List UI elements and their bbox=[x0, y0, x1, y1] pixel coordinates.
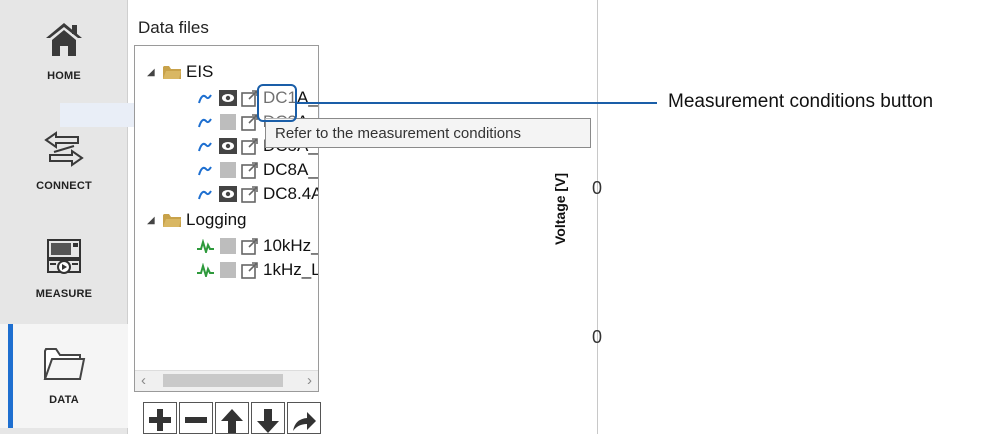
home-icon bbox=[46, 23, 82, 56]
folder-icon bbox=[163, 214, 181, 227]
expand-arrow-icon[interactable]: ◢ bbox=[147, 67, 163, 78]
expand-arrow-icon[interactable]: ◢ bbox=[147, 215, 163, 226]
remove-file-button[interactable] bbox=[179, 402, 213, 434]
external-link-icon[interactable] bbox=[241, 161, 259, 179]
connect-icon bbox=[44, 131, 84, 167]
scroll-right-icon[interactable]: › bbox=[307, 372, 312, 389]
file-name: DC8A_EIS.csv bbox=[263, 160, 318, 179]
tree-file-row[interactable]: 10kHz_LOG_10min_1se bbox=[195, 234, 319, 258]
axis-tick-fragment: 0 bbox=[592, 327, 603, 347]
move-down-button[interactable] bbox=[251, 402, 285, 434]
plus-icon bbox=[149, 409, 171, 431]
horizontal-scrollbar[interactable]: ‹ › bbox=[135, 370, 318, 391]
folder-icon bbox=[163, 66, 181, 79]
nav-measure-label: MEASURE bbox=[35, 288, 93, 300]
waveform-icon bbox=[197, 263, 214, 277]
external-link-icon[interactable] bbox=[241, 137, 259, 155]
waveform-icon bbox=[197, 239, 214, 253]
group-label: EIS bbox=[186, 62, 214, 81]
impedance-graph-icon bbox=[198, 94, 212, 104]
export-button[interactable] bbox=[287, 402, 321, 434]
visibility-checkbox[interactable] bbox=[220, 114, 236, 130]
external-link-icon[interactable] bbox=[241, 185, 259, 203]
eye-icon[interactable] bbox=[219, 90, 237, 106]
impedance-graph-icon bbox=[198, 190, 212, 200]
impedance-graph-icon bbox=[198, 166, 212, 176]
scroll-left-icon[interactable]: ‹ bbox=[141, 372, 146, 389]
folder-icon bbox=[43, 348, 86, 380]
impedance-graph-icon bbox=[198, 142, 212, 152]
visibility-checkbox[interactable] bbox=[220, 238, 236, 254]
file-name: 10kHz_LOG_10min_1se bbox=[263, 236, 319, 255]
tree-file-row[interactable]: DC8.4A_EIS.csv bbox=[195, 182, 318, 206]
scrollbar-thumb[interactable] bbox=[163, 374, 283, 387]
nav-sidebar: HOME CONNECT MEASURE DATA bbox=[0, 0, 128, 434]
tooltip-text: Refer to the measurement conditions bbox=[275, 124, 521, 142]
y-axis-label: Voltage [V] bbox=[552, 172, 568, 245]
nav-connect-label: CONNECT bbox=[36, 180, 92, 192]
visibility-checkbox[interactable] bbox=[220, 162, 236, 178]
impedance-graph-icon bbox=[198, 118, 212, 128]
axis-tick-fragment: 0 bbox=[592, 178, 603, 198]
group-label: Logging bbox=[186, 210, 247, 229]
tree-file-row[interactable]: 1kHz_LOG_10min_IdcC bbox=[195, 258, 319, 282]
nav-measure[interactable]: MEASURE bbox=[0, 218, 128, 322]
visibility-checkbox[interactable] bbox=[220, 262, 236, 278]
move-up-button[interactable] bbox=[215, 402, 249, 434]
nav-data[interactable]: DATA bbox=[0, 324, 128, 428]
panel-title: Data files bbox=[138, 18, 209, 37]
eye-icon[interactable] bbox=[219, 138, 237, 154]
tree-file-row[interactable]: DC8A_EIS.csv bbox=[195, 158, 318, 182]
file-name: 1kHz_LOG_10min_IdcC bbox=[263, 260, 319, 279]
callout-line bbox=[297, 102, 657, 104]
tree-group-eis[interactable]: ◢ EIS bbox=[147, 60, 213, 84]
share-arrow-icon bbox=[293, 412, 316, 431]
nav-home[interactable]: HOME bbox=[0, 0, 128, 104]
minus-icon bbox=[185, 417, 207, 423]
nav-home-label: HOME bbox=[47, 70, 81, 82]
file-name: DC8.4A_EIS.csv bbox=[263, 184, 318, 203]
external-link-icon[interactable] bbox=[241, 237, 259, 255]
arrow-down-icon bbox=[257, 409, 279, 433]
tree-group-logging[interactable]: ◢ Logging bbox=[147, 208, 247, 232]
nav-data-label: DATA bbox=[49, 394, 79, 406]
measure-icon bbox=[47, 239, 81, 274]
callout-label: Measurement conditions button bbox=[668, 91, 934, 112]
tooltip: Refer to the measurement conditions bbox=[265, 118, 591, 148]
eye-icon[interactable] bbox=[219, 186, 237, 202]
measurement-conditions-button-highlight[interactable] bbox=[257, 84, 297, 122]
external-link-icon[interactable] bbox=[241, 261, 259, 279]
add-file-button[interactable] bbox=[143, 402, 177, 434]
app-window: HOME CONNECT MEASURE DATA Data files ◢ E… bbox=[0, 0, 602, 434]
arrow-up-icon bbox=[221, 409, 243, 433]
